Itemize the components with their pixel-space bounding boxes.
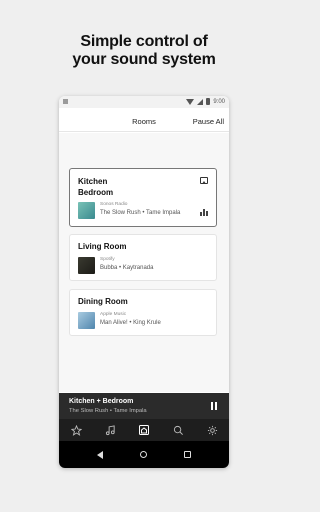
back-icon[interactable] <box>97 450 104 459</box>
recent-apps-icon[interactable] <box>183 451 191 458</box>
tab-settings[interactable] <box>202 421 222 439</box>
home-icon[interactable] <box>139 451 147 458</box>
now-playing-bar[interactable]: Kitchen + Bedroom The Slow Rush • Tame I… <box>59 393 229 419</box>
now-playing-track: The Slow Rush • Tame Impala <box>69 408 147 414</box>
room-name: Dining Room <box>78 297 128 306</box>
room-name-line-1: Kitchen <box>78 177 108 186</box>
gear-icon <box>207 425 217 435</box>
notification-icon <box>63 99 68 104</box>
app-header: Rooms Pause All <box>59 108 229 132</box>
room-card-kitchen-bedroom[interactable]: Kitchen Bedroom Sonos Radio The Slow Rus… <box>69 168 217 227</box>
equalizer-icon <box>200 209 208 216</box>
music-service: Apple Music <box>100 312 127 317</box>
track-info: Man Alive! • King Krule <box>100 320 161 326</box>
tab-music[interactable] <box>100 421 120 439</box>
airplay-icon[interactable] <box>200 177 208 184</box>
album-art <box>78 312 95 329</box>
room-card-dining-room[interactable]: Dining Room Apple Music Man Alive! • Kin… <box>69 289 217 336</box>
tab-bar <box>59 419 229 441</box>
now-playing-title: Kitchen + Bedroom <box>69 398 134 405</box>
star-icon <box>70 424 82 436</box>
room-name: Living Room <box>78 242 127 251</box>
tab-favorites[interactable] <box>66 421 86 439</box>
headline-line-2: your sound system <box>72 51 216 68</box>
music-service: Spotify <box>100 257 115 262</box>
tab-rooms[interactable] <box>134 421 154 439</box>
track-info: Bubba • Kaytranada <box>100 265 154 271</box>
phone-screen: 9:00 Rooms Pause All Kitchen Bedroom Son… <box>59 96 229 468</box>
battery-icon <box>206 98 211 105</box>
music-service: Sonos Radio <box>100 202 128 207</box>
track-info: The Slow Rush • Tame Impala <box>100 210 181 216</box>
room-card-living-room[interactable]: Living Room Spotify Bubba • Kaytranada <box>69 234 217 281</box>
headline: Simple control of your sound system <box>0 33 288 69</box>
music-note-icon <box>105 424 115 435</box>
album-art <box>78 202 95 219</box>
room-name: Kitchen Bedroom <box>78 176 113 198</box>
headline-line-1: Simple control of <box>80 33 208 50</box>
search-icon <box>173 425 183 435</box>
rooms-list: Kitchen Bedroom Sonos Radio The Slow Rus… <box>59 133 229 392</box>
signal-icon <box>197 98 204 105</box>
status-icons: 9:00 <box>186 98 225 105</box>
pause-all-button[interactable]: Pause All <box>193 117 224 126</box>
tab-search[interactable] <box>168 421 188 439</box>
wifi-icon <box>186 98 195 105</box>
android-nav-bar <box>59 441 229 468</box>
pause-icon[interactable] <box>211 402 217 410</box>
home-speaker-icon <box>139 425 149 435</box>
album-art <box>78 257 95 274</box>
room-name-line-2: Bedroom <box>78 188 114 197</box>
status-bar: 9:00 <box>59 96 229 108</box>
status-time: 9:00 <box>213 98 225 105</box>
